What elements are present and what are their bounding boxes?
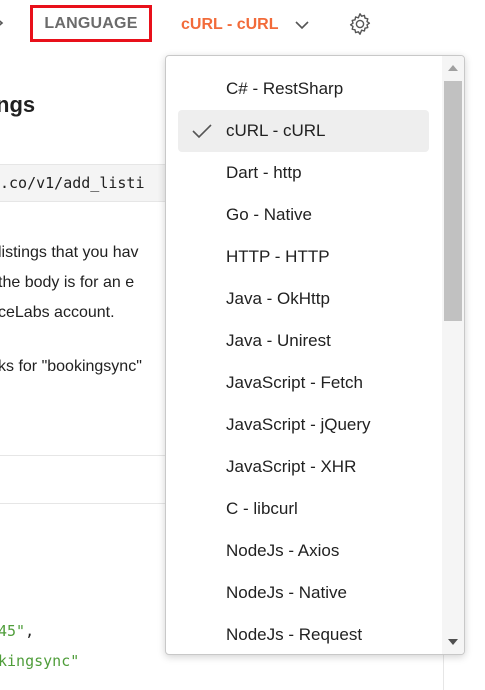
menu-item[interactable]: C# - RestSharp — [166, 68, 442, 110]
menu-item[interactable]: Java - Unirest — [166, 320, 442, 362]
divider — [0, 455, 170, 456]
description-line: the body is for an e — [0, 274, 135, 291]
menu-item-selected[interactable]: cURL - cURL — [166, 110, 442, 152]
menu-item-label: Java - Unirest — [226, 331, 331, 350]
menu-item-label: HTTP - HTTP — [226, 247, 330, 266]
gear-icon[interactable] — [348, 12, 372, 36]
description-line: ceLabs account. — [0, 304, 115, 321]
checkmark-icon — [192, 124, 212, 139]
menu-item-label: Dart - http — [226, 163, 302, 182]
menu-item[interactable]: JavaScript - jQuery — [166, 404, 442, 446]
menu-item-label: JavaScript - XHR — [226, 457, 357, 476]
menu-item-label: C - libcurl — [226, 499, 298, 518]
scrollbar[interactable] — [442, 56, 464, 654]
divider — [0, 503, 170, 504]
menu-item-label: C# - RestSharp — [226, 79, 344, 98]
menu-item[interactable]: JavaScript - XHR — [166, 446, 442, 488]
language-label-text: LANGUAGE — [44, 14, 138, 32]
menu-item[interactable]: Dart - http — [166, 152, 442, 194]
menu-item-label: JavaScript - Fetch — [226, 373, 363, 392]
menu-item[interactable]: JavaScript - Fetch — [166, 362, 442, 404]
code-line: kingsync" — [0, 652, 79, 670]
selected-language: cURL - cURL — [181, 16, 279, 33]
language-menu: C# - RestSharp cURL - cURL Dart - http G… — [166, 68, 442, 654]
menu-item-label: cURL - cURL — [226, 121, 326, 140]
description-line: ks for "bookingsync" — [0, 358, 142, 375]
endpoint-url: .co/v1/add_listi — [0, 164, 170, 202]
code-line: 45", — [0, 622, 34, 640]
code-string: 45" — [0, 622, 26, 640]
menu-item[interactable]: NodeJs - Request — [166, 614, 442, 654]
menu-item[interactable]: Java - OkHttp — [166, 278, 442, 320]
top-bar: LANGUAGE cURL - cURL — [0, 0, 485, 50]
menu-item-label: NodeJs - Request — [226, 625, 363, 644]
menu-item-label: Java - OkHttp — [226, 289, 330, 308]
menu-item[interactable]: HTTP - HTTP — [166, 236, 442, 278]
language-select[interactable]: cURL - cURL — [181, 12, 309, 38]
scroll-down-arrow-icon[interactable] — [448, 639, 458, 645]
code-punctuation: , — [25, 622, 35, 640]
menu-item-label: Go - Native — [226, 205, 312, 224]
code-string: kingsync" — [0, 652, 80, 670]
scroll-up-arrow-icon[interactable] — [448, 65, 458, 71]
menu-item[interactable]: NodeJs - Native — [166, 572, 442, 614]
menu-item[interactable]: NodeJs - Axios — [166, 530, 442, 572]
chevron-down-icon — [294, 21, 309, 30]
menu-item-label: NodeJs - Axios — [226, 541, 340, 560]
language-label: LANGUAGE — [30, 5, 152, 42]
menu-item[interactable]: Go - Native — [166, 194, 442, 236]
scrollbar-thumb[interactable] — [444, 81, 462, 321]
menu-item-label: JavaScript - jQuery — [226, 415, 371, 434]
description-line: listings that you hav — [0, 244, 139, 261]
chevron-left-icon[interactable] — [0, 16, 8, 30]
menu-item-label: NodeJs - Native — [226, 583, 347, 602]
menu-item[interactable]: C - libcurl — [166, 488, 442, 530]
panel-divider — [443, 655, 444, 690]
language-dropdown[interactable]: C# - RestSharp cURL - cURL Dart - http G… — [165, 55, 465, 655]
endpoint-url-text: .co/v1/add_listi — [0, 174, 145, 192]
page-title: ngs — [0, 92, 36, 117]
